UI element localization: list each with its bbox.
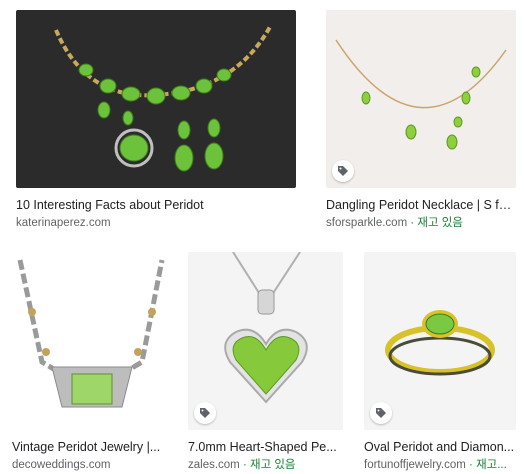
- source-domain: sforsparkle.com: [326, 217, 408, 229]
- result-source: fortunoffjewelry.com · 재고...: [364, 458, 516, 472]
- product-tag-badge: [332, 160, 354, 182]
- result-title[interactable]: Dangling Peridot Necklace | S fo...: [326, 197, 516, 213]
- tag-icon: [376, 408, 386, 418]
- result-title[interactable]: Vintage Peridot Jewelry |...: [12, 439, 172, 455]
- tag-icon: [338, 166, 348, 176]
- source-domain: fortunoffjewelry.com: [364, 459, 466, 471]
- image-result-card[interactable]: Dangling Peridot Necklace | S fo... sfor…: [326, 10, 516, 235]
- result-thumbnail[interactable]: [326, 10, 516, 188]
- result-title[interactable]: 7.0mm Heart-Shaped Pe...: [188, 439, 343, 455]
- result-source: katerinaperez.com: [16, 216, 296, 230]
- source-domain: zales.com: [188, 459, 240, 471]
- tag-icon: [200, 408, 210, 418]
- result-title[interactable]: 10 Interesting Facts about Peridot: [16, 197, 296, 213]
- stock-status: · 재고 있음: [239, 459, 296, 471]
- product-tag-badge: [194, 402, 216, 424]
- image-result-card[interactable]: 7.0mm Heart-Shaped Pe... zales.com · 재고 …: [188, 252, 343, 472]
- result-thumbnail[interactable]: [12, 252, 172, 430]
- image-result-card[interactable]: Oval Peridot and Diamon... fortunoffjewe…: [364, 252, 516, 472]
- result-source: zales.com · 재고 있음: [188, 458, 343, 472]
- result-source: decoweddings.com: [12, 458, 172, 472]
- result-thumbnail[interactable]: [16, 10, 296, 188]
- product-tag-badge: [370, 402, 392, 424]
- image-result-card[interactable]: Vintage Peridot Jewelry |... decowedding…: [12, 252, 172, 472]
- result-thumbnail[interactable]: [364, 252, 516, 430]
- result-title[interactable]: Oval Peridot and Diamon...: [364, 439, 516, 455]
- image-result-card[interactable]: 10 Interesting Facts about Peridot kater…: [16, 10, 296, 235]
- source-domain: decoweddings.com: [12, 459, 111, 471]
- result-thumbnail[interactable]: [188, 252, 343, 430]
- stock-status: · 재고 있음: [407, 217, 463, 229]
- result-source: sforsparkle.com · 재고 있음: [326, 216, 516, 230]
- stock-status: · 재고...: [465, 459, 507, 471]
- source-domain: katerinaperez.com: [16, 217, 111, 229]
